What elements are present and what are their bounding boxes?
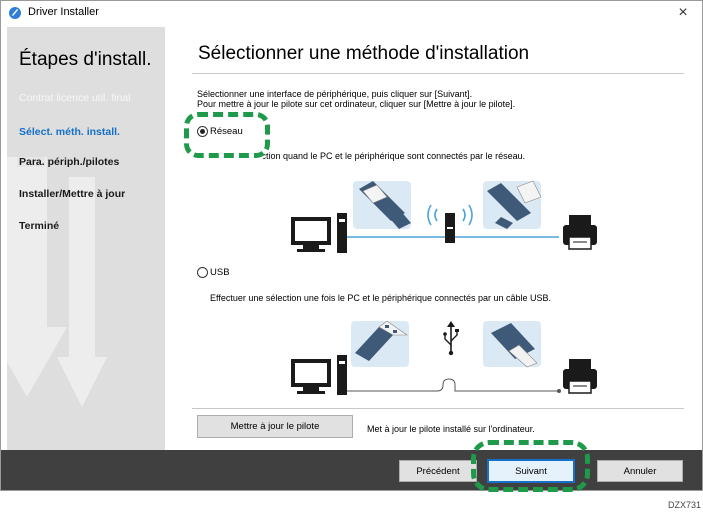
printer-icon (563, 215, 597, 250)
usb-description: Effectuer une sélection une fois le PC e… (210, 293, 552, 303)
ethernet-plug-icon (353, 181, 411, 229)
instruction-line-1: Sélectionner une interface de périphériq… (197, 89, 473, 99)
title-bar: Driver Installer × (1, 1, 702, 25)
usb-illustration (291, 320, 597, 395)
title-divider (192, 73, 684, 74)
installer-window: Driver Installer × Étapes d'install. Con… (0, 0, 703, 491)
sidebar-heading: Étapes d'install. (19, 49, 152, 70)
figure-code: DZX731 (667, 500, 701, 510)
bottom-divider (192, 408, 684, 409)
cancel-button[interactable]: Annuler (597, 460, 683, 482)
sidebar-step-install: Installer/Mettre à jour (19, 188, 126, 200)
sidebar-step-license: Contrat licence util. final (19, 92, 131, 104)
computer-icon (291, 213, 347, 253)
usb-symbol-icon (443, 321, 459, 356)
ethernet-plug-icon (483, 180, 542, 229)
close-icon[interactable]: × (668, 1, 698, 25)
page-title: Sélectionner une méthode d'installation (198, 43, 530, 64)
previous-button[interactable]: Précédent (399, 460, 477, 482)
steps-sidebar: Étapes d'install. Contrat licence util. … (7, 27, 165, 450)
sidebar-step-method: Sélect. méth. install. (19, 126, 120, 138)
sidebar-step-finish: Terminé (19, 220, 60, 232)
app-icon (9, 7, 21, 19)
update-driver-button[interactable]: Mettre à jour le pilote (197, 415, 353, 438)
usb-radio[interactable] (197, 267, 208, 278)
network-option-highlight (184, 112, 270, 158)
window-title: Driver Installer (28, 6, 99, 18)
usb-radio-label[interactable]: USB (210, 267, 230, 278)
usb-plug-icon (483, 321, 541, 368)
button-footer: Précédent Suivant Annuler (1, 450, 702, 490)
network-description: ...ection quand le PC et le périphérique… (249, 151, 526, 161)
update-driver-description: Met à jour le pilote installé sur l'ordi… (367, 424, 535, 434)
next-button-highlight (471, 440, 590, 492)
computer-icon (291, 355, 347, 395)
sidebar-arrow-art (7, 157, 107, 407)
instruction-line-2: Pour mettre à jour le pilote sur cet ord… (197, 99, 516, 109)
sidebar-step-settings: Para. périph./pilotes (19, 156, 120, 168)
usb-plug-icon (351, 320, 409, 367)
printer-icon (563, 359, 597, 394)
network-illustration (291, 180, 597, 253)
